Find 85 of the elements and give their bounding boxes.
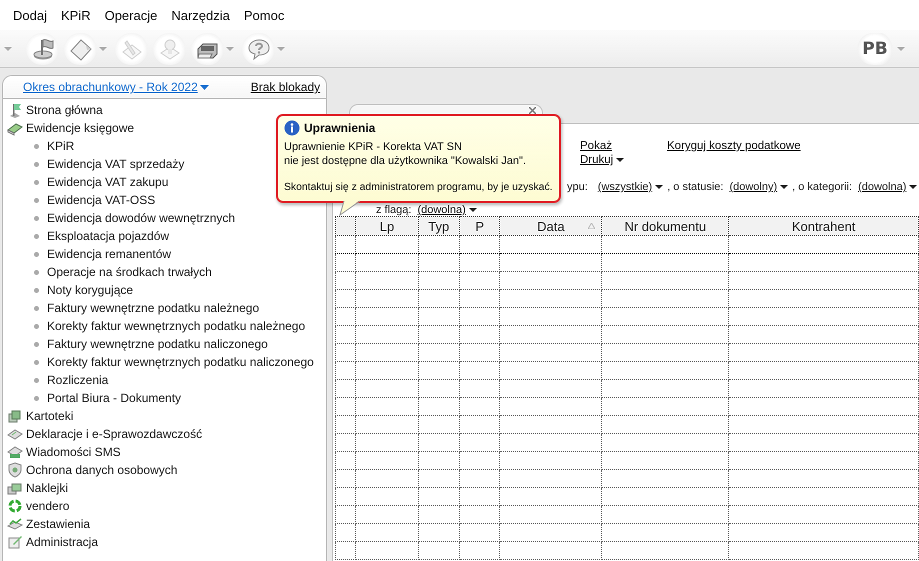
print-dropdown[interactable]: Drukuj: [580, 154, 667, 166]
sidebar-item[interactable]: Kartoteki: [26, 409, 74, 423]
ring-icon: [7, 498, 23, 514]
bullet-icon: [34, 180, 39, 184]
shield-icon: [7, 462, 23, 478]
tooltip-title: Uprawnienia: [304, 121, 376, 135]
sidebar-subitem[interactable]: Rozliczenia: [47, 373, 108, 387]
sidebar-item[interactable]: Zestawienia: [26, 517, 90, 531]
column-header[interactable]: Typ: [418, 216, 460, 236]
sidebar-subitem[interactable]: Faktury wewnętrzne podatku naliczonego: [47, 337, 268, 351]
chart-icon: [7, 516, 23, 532]
bullet-icon: [34, 252, 39, 256]
bullet-icon: [34, 162, 39, 166]
sidebar-item[interactable]: vendero: [26, 499, 70, 513]
filter-label: , o kategorii:: [792, 181, 852, 193]
status-dropdown[interactable]: (dowolny): [729, 181, 790, 193]
filter-label: z flagą:: [376, 204, 412, 216]
tooltip-hint: Skontaktuj się z administratorem programu, by je uzyskać.: [284, 181, 553, 195]
bullet-icon: [34, 234, 39, 238]
caret-icon: [897, 46, 905, 50]
tooltip-tail: [338, 200, 362, 216]
bullet-icon: [34, 306, 39, 310]
menu-item[interactable]: Dodaj: [6, 8, 54, 22]
bullet-icon: [34, 270, 39, 274]
bullet-icon: [34, 216, 39, 220]
bullet-icon: [34, 324, 39, 328]
sidebar-item[interactable]: Ochrona danych osobowych: [26, 463, 178, 477]
sidebar-subitem[interactable]: Ewidencja VAT-OSS: [47, 193, 156, 207]
type-dropdown[interactable]: (wszystkie): [598, 181, 664, 193]
lock-status-link[interactable]: Brak blokady: [250, 80, 320, 94]
sidebar-subitem[interactable]: Korekty faktur wewnętrznych podatku naliczonego: [47, 355, 314, 369]
column-header[interactable]: P: [459, 216, 500, 236]
caret-icon: [780, 184, 790, 190]
sidebar-subitem[interactable]: Operacje na środkach trwałych: [47, 265, 212, 279]
bullet-icon: [34, 198, 39, 202]
sidebar-subitem[interactable]: Faktury wewnętrzne podatku należnego: [47, 301, 260, 315]
menu-item[interactable]: Operacje: [98, 8, 164, 22]
caret-icon: [655, 184, 664, 190]
sidebar-subitem[interactable]: Eksploatacja pojazdów: [47, 229, 170, 243]
bullet-icon: [34, 342, 39, 346]
column-header[interactable]: Kontrahent: [728, 216, 918, 236]
filter-label: ypu:: [567, 181, 588, 193]
bullet-icon: [34, 360, 39, 364]
column-header[interactable]: Data: [500, 216, 602, 236]
sidebar-subitem[interactable]: Korekty faktur wewnętrznych podatku należnego: [47, 319, 306, 333]
correct-costs-link[interactable]: Koryguj koszty podatkowe: [667, 140, 919, 152]
caret-icon[interactable]: [4, 46, 12, 50]
column-header[interactable]: Lp: [356, 216, 418, 236]
caret-icon: [468, 208, 478, 212]
sidebar-item[interactable]: Ewidencje księgowe: [26, 121, 134, 135]
caret-icon: [909, 184, 918, 190]
sidebar-subitem[interactable]: Ewidencja remanentów: [47, 247, 172, 261]
show-link[interactable]: Pokaż: [580, 140, 667, 152]
sidebar-subitem[interactable]: Ewidencja dowodów wewnętrznych: [47, 211, 236, 225]
filter-label: , o statusie:: [667, 181, 724, 193]
help-icon: [246, 36, 272, 60]
menu-item[interactable]: KPiR: [54, 8, 98, 22]
note-icon: [7, 534, 23, 550]
sidebar-subitem[interactable]: Noty korygujące: [47, 283, 134, 297]
sidebar-subitem[interactable]: KPiR: [47, 139, 74, 153]
sidebar-subitem[interactable]: Ewidencja VAT zakupu: [47, 175, 168, 189]
info-icon: [284, 120, 300, 136]
sidebar-item[interactable]: Deklaracje i e-Sprawozdawczość: [26, 427, 202, 441]
bullet-icon: [34, 288, 39, 292]
menu-item[interactable]: Narzędzia: [164, 8, 237, 22]
sidebar-item[interactable]: Administracja: [26, 535, 98, 549]
bullet-icon: [34, 378, 39, 382]
folders-icon: [7, 408, 23, 424]
bullet-icon: [34, 396, 39, 400]
sidebar-subitem[interactable]: Ewidencja VAT sprzedaży: [47, 157, 184, 171]
sidebar-subitem[interactable]: Portal Biura - Dokumenty: [47, 391, 182, 405]
close-icon[interactable]: [529, 107, 536, 114]
sidebar-item[interactable]: Strona główna: [26, 103, 103, 117]
caret-icon: [200, 84, 209, 90]
tooltip-message: Uprawnienie KPiR - Korekta VAT SN nie jest dostępne dla użytkownika "Kowalski Jan".: [284, 140, 527, 168]
category-dropdown[interactable]: (dowolna): [858, 181, 918, 193]
period-dropdown[interactable]: Okres obrachunkowy - Rok 2022: [23, 80, 209, 94]
page-icon: [68, 36, 94, 60]
sidebar-item[interactable]: Wiadomości SMS: [26, 445, 121, 459]
menu-item[interactable]: Pomoc: [236, 8, 292, 22]
column-header[interactable]: Nr dokumentu: [602, 216, 729, 236]
caret-icon: [616, 158, 626, 162]
bullet-icon: [34, 144, 39, 148]
sidebar-item[interactable]: Naklejki: [26, 481, 68, 495]
flag-dropdown[interactable]: (dowolna): [417, 204, 478, 216]
